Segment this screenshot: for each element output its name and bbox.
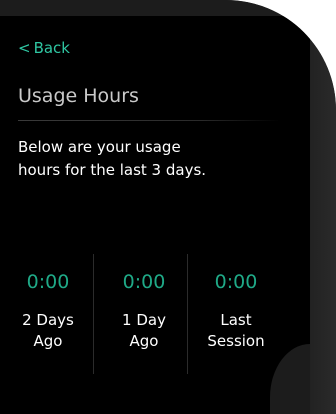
device-bezel: < Back Usage Hours Below are your usage …	[0, 0, 336, 414]
back-button[interactable]: < Back	[18, 38, 70, 58]
stat-1-day-ago: 0:00 1 Day Ago	[96, 254, 192, 384]
page-description: Below are your usage hours for the last …	[18, 136, 288, 182]
stat-label-line-1: Last	[220, 311, 252, 329]
back-button-label: Back	[33, 39, 70, 57]
stat-2-days-ago: 0:00 2 Days Ago	[0, 254, 96, 384]
stat-label-line-1: 2 Days	[22, 311, 74, 329]
stat-label: 2 Days Ago	[0, 310, 96, 352]
stat-label-line-1: 1 Day	[122, 311, 166, 329]
description-line-2: hours for the last 3 days.	[18, 161, 207, 179]
chevron-left-icon: <	[18, 39, 31, 57]
title-divider	[18, 120, 280, 121]
stat-label-line-2: Ago	[129, 332, 159, 350]
stat-value: 0:00	[214, 271, 258, 293]
device-screen: < Back Usage Hours Below are your usage …	[0, 16, 310, 414]
page-title: Usage Hours	[18, 85, 139, 107]
stat-label: Last Session	[188, 310, 284, 352]
stat-last-session: 0:00 Last Session	[188, 254, 284, 384]
description-line-1: Below are your usage	[18, 138, 181, 156]
stat-label-line-2: Ago	[33, 332, 63, 350]
stat-value: 0:00	[122, 271, 166, 293]
stat-divider	[93, 254, 94, 374]
stat-label-line-2: Session	[207, 332, 265, 350]
usage-stats: 0:00 2 Days Ago 0:00 1 Day Ago 0:00 Last	[0, 254, 310, 384]
stat-label: 1 Day Ago	[96, 310, 192, 352]
stat-value: 0:00	[26, 271, 70, 293]
